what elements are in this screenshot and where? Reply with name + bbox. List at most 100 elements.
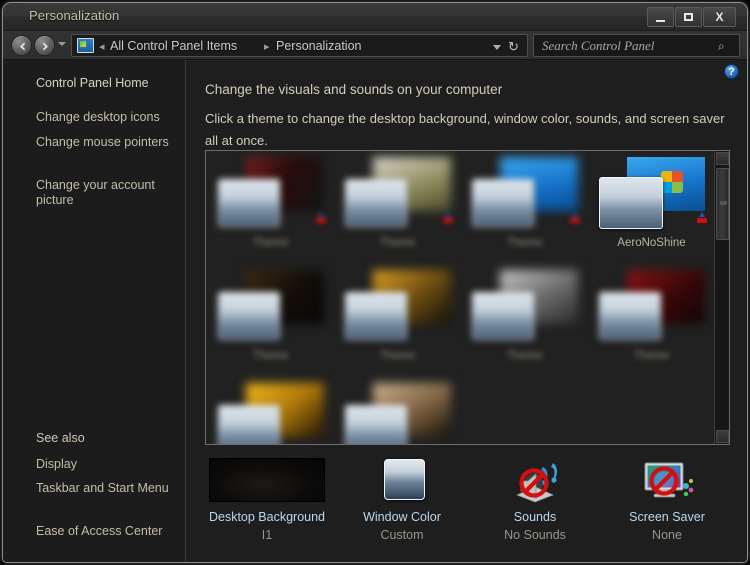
- screen-saver-button[interactable]: Screen Saver None: [601, 458, 733, 545]
- theme-window-preview: [345, 179, 407, 227]
- maximize-icon: [684, 13, 693, 21]
- address-chevron-down-icon[interactable]: [493, 45, 501, 50]
- breadcrumb[interactable]: ◂ All Control Panel Items ▸ Personalizat…: [71, 34, 528, 57]
- see-also-heading: See also: [36, 431, 85, 445]
- theme-window-preview: [472, 179, 534, 227]
- breadcrumb-leading-separator: ◂: [99, 41, 105, 53]
- theme-list[interactable]: Theme Theme Theme AeroNoShine Theme Theme Them…: [205, 150, 730, 445]
- address-toolbar: ◂ All Control Panel Items ▸ Personalizat…: [3, 31, 747, 60]
- screen-saver-disabled-icon: [644, 462, 694, 498]
- theme-window-preview: [218, 405, 280, 444]
- sounds-icon-wrap: [469, 458, 601, 506]
- theme-thumbnail: [597, 268, 707, 348]
- scroll-up-icon[interactable]: [716, 152, 729, 165]
- forward-arrow-icon[interactable]: [34, 35, 55, 56]
- minimize-icon: [656, 20, 665, 22]
- theme-cell-selected[interactable]: AeroNoShine: [589, 153, 714, 266]
- window-color-swatch: [384, 459, 425, 500]
- sidebar-item-display[interactable]: Display: [36, 457, 178, 472]
- theme-sync-badge-icon: [567, 211, 583, 227]
- window-title: Personalization: [29, 8, 120, 23]
- back-arrow-glyph: [20, 42, 25, 51]
- sidebar-item-change-mouse-pointers[interactable]: Change mouse pointers: [36, 135, 178, 150]
- theme-thumbnail: [216, 381, 326, 444]
- scrollbar-thumb[interactable]: [716, 168, 729, 240]
- sounds-value: No Sounds: [504, 528, 566, 542]
- help-icon[interactable]: ?: [724, 64, 739, 79]
- theme-window-preview: [345, 292, 407, 340]
- theme-list-scrollbar[interactable]: [714, 151, 729, 444]
- theme-thumbnail: [470, 268, 580, 348]
- theme-cell[interactable]: Theme: [335, 379, 460, 444]
- screen-saver-icon-wrap: [601, 458, 733, 506]
- window-color-value: Custom: [380, 528, 424, 542]
- theme-cell[interactable]: Theme: [462, 266, 587, 379]
- breadcrumb-separator-1: ▸: [264, 41, 270, 53]
- theme-thumbnail: [597, 155, 707, 235]
- theme-thumbnail: [216, 155, 326, 235]
- sidebar-item-change-desktop-icons[interactable]: Change desktop icons: [36, 110, 178, 125]
- theme-thumbnail: [343, 155, 453, 235]
- page-title: Change the visuals and sounds on your co…: [205, 82, 503, 97]
- theme-cell[interactable]: Theme: [335, 153, 460, 266]
- windows-logo-icon: [661, 171, 683, 193]
- desktop-background-icon-wrap: [201, 458, 333, 506]
- desktop-background-button[interactable]: Desktop Background I1: [201, 458, 333, 545]
- theme-cell[interactable]: Theme: [208, 153, 333, 266]
- breadcrumb-item-all-control-panel-items[interactable]: All Control Panel Items: [110, 39, 237, 53]
- breadcrumb-item-personalization[interactable]: Personalization: [276, 39, 361, 53]
- sidebar-item-change-account-picture[interactable]: Change your account picture: [36, 178, 178, 208]
- theme-window-preview: [218, 179, 280, 227]
- theme-cell[interactable]: Theme: [462, 153, 587, 266]
- minimize-button[interactable]: [647, 7, 674, 27]
- sounds-button[interactable]: Sounds No Sounds: [469, 458, 601, 545]
- theme-cell[interactable]: Theme: [208, 266, 333, 379]
- control-panel-icon: [77, 38, 94, 53]
- screen-saver-label: Screen Saver: [629, 510, 705, 524]
- theme-grid: Theme Theme Theme AeroNoShine Theme Theme Them…: [206, 151, 714, 444]
- search-placeholder: Search Control Panel: [542, 38, 655, 53]
- theme-window-preview: [218, 292, 280, 340]
- theme-window-preview: [599, 292, 661, 340]
- theme-thumbnail: [343, 381, 453, 444]
- theme-label: Theme: [252, 350, 289, 362]
- recent-pages-chevron-down-icon[interactable]: [58, 42, 66, 46]
- sidebar-item-control-panel-home[interactable]: Control Panel Home: [36, 76, 178, 91]
- window-color-button[interactable]: Window Color Custom: [336, 458, 468, 545]
- theme-window-preview: [599, 177, 663, 229]
- theme-label: Theme: [506, 237, 543, 249]
- sounds-label: Sounds: [513, 510, 557, 524]
- theme-label: Theme: [379, 350, 416, 362]
- theme-window-preview: [345, 405, 407, 444]
- close-button[interactable]: X: [703, 7, 736, 27]
- search-input[interactable]: Search Control Panel ⌕: [533, 34, 740, 57]
- theme-sync-badge-icon: [440, 211, 456, 227]
- theme-window-preview: [472, 292, 534, 340]
- scroll-down-icon[interactable]: [716, 430, 729, 443]
- theme-cell[interactable]: Theme: [208, 379, 333, 444]
- theme-cell[interactable]: Theme: [589, 266, 714, 379]
- main-pane: ? Change the visuals and sounds on your …: [187, 60, 747, 562]
- back-arrow-icon[interactable]: [11, 35, 32, 56]
- sidebar-item-taskbar-and-start-menu[interactable]: Taskbar and Start Menu: [36, 481, 178, 496]
- theme-label: Theme: [633, 350, 670, 362]
- theme-thumbnail: [470, 155, 580, 235]
- content-area: Control Panel Home Change desktop icons …: [3, 60, 747, 562]
- desktop-background-value: I1: [261, 528, 273, 542]
- screen-saver-value: None: [652, 528, 682, 542]
- maximize-button[interactable]: [675, 7, 702, 27]
- theme-label: Theme: [379, 237, 416, 249]
- desktop-background-label: Desktop Background: [208, 510, 326, 524]
- sidebar-item-ease-of-access-center[interactable]: Ease of Access Center: [36, 524, 178, 539]
- search-icon: ⌕: [718, 39, 725, 53]
- theme-label: Theme: [252, 237, 289, 249]
- desktop-background-swatch: [209, 458, 325, 502]
- refresh-icon[interactable]: ↻: [506, 39, 521, 54]
- personalization-window: Personalization X ◂ All Control Panel It…: [3, 3, 747, 562]
- theme-cell[interactable]: Theme: [335, 266, 460, 379]
- theme-sync-badge-icon: [313, 211, 329, 227]
- theme-label: Theme: [506, 350, 543, 362]
- theme-sync-badge-icon: [694, 211, 710, 227]
- window-color-label: Window Color: [363, 510, 441, 524]
- navigation-pane: Control Panel Home Change desktop icons …: [3, 60, 186, 562]
